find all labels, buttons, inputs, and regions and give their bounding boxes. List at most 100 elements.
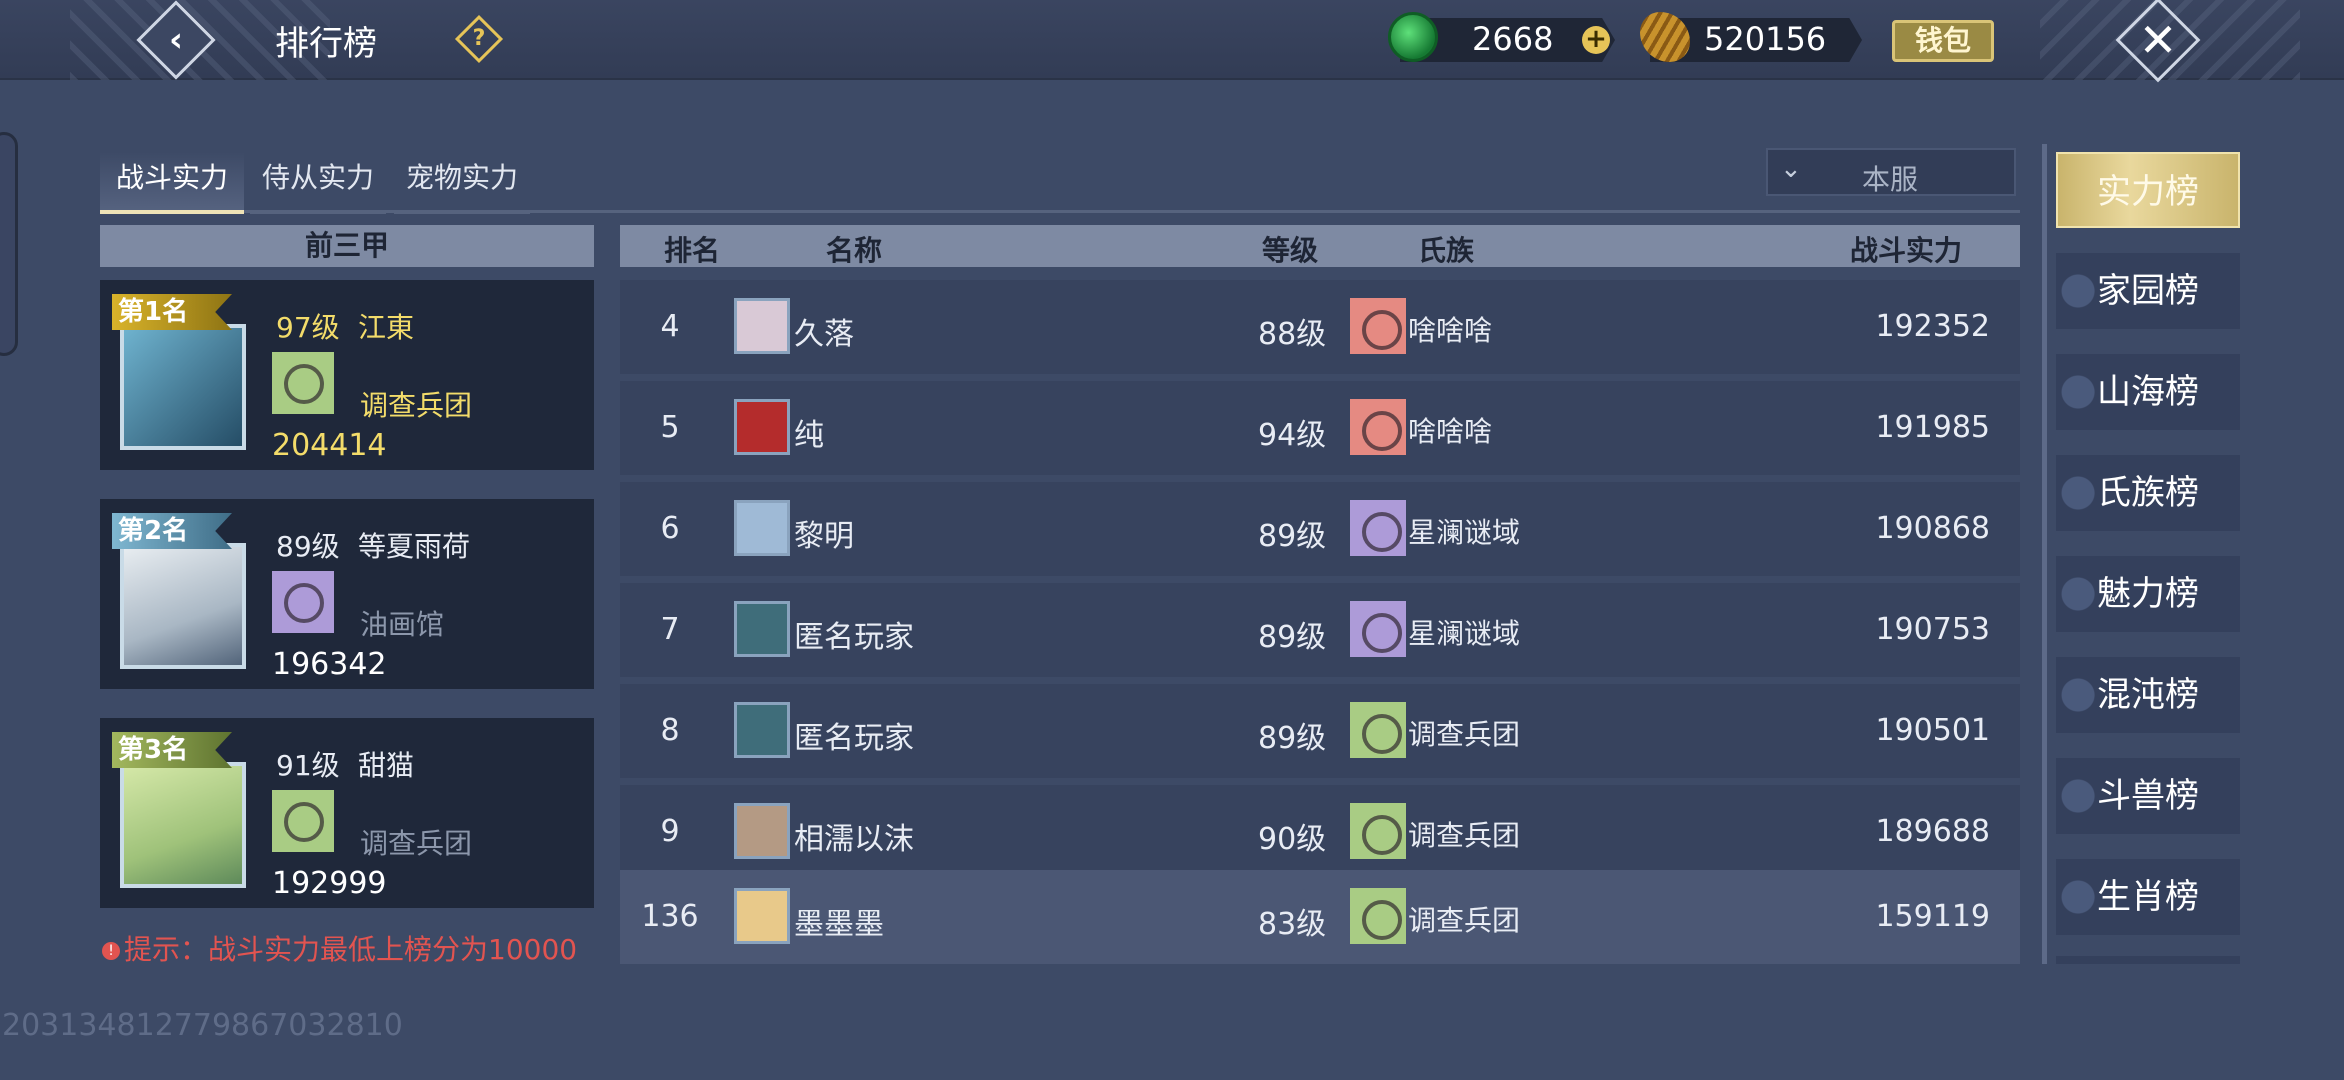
rank-badge: 第1名 [112, 294, 232, 330]
player-name: 甜猫 [358, 749, 415, 782]
player-level: 97级 [276, 311, 340, 344]
player-level: 91级 [276, 749, 340, 782]
clan-name: 调查兵团 [360, 389, 473, 422]
combat-power: 204414 [272, 428, 387, 463]
player-name: 等夏雨荷 [358, 530, 471, 563]
category-clan-ranking[interactable]: 氏族榜 [2056, 455, 2240, 531]
tab-attendant-power[interactable]: 侍从实力 [250, 152, 386, 214]
clan-name: 啥啥啥 [1408, 314, 1493, 347]
player-name: 久落 [794, 317, 854, 352]
anonymous-avatar-icon [734, 702, 790, 758]
clan-name: 星澜谜域 [1408, 617, 1521, 650]
tab-combat-power[interactable]: 战斗实力 [100, 152, 244, 214]
combat-power: 192352 [1875, 309, 1990, 344]
side-drawer-handle[interactable] [0, 132, 18, 356]
column-header-level: 等级 [1262, 234, 1319, 267]
column-header-name: 名称 [826, 234, 883, 267]
player-name: 相濡以沫 [794, 822, 914, 857]
clan-name: 调查兵团 [1408, 819, 1521, 852]
min-score-hint: ! 提示：战斗实力最低上榜分为10000 [102, 928, 577, 968]
category-zodiac-ranking[interactable]: 生肖榜 [2056, 859, 2240, 935]
rank-cell: 4 [660, 309, 680, 344]
player-level: 89级 [1258, 519, 1327, 554]
table-header: 排名 名称 等级 氏族 战斗实力 [620, 225, 2020, 267]
category-home-ranking[interactable]: 家园榜 [2056, 253, 2240, 329]
player-name: 匿名玩家 [794, 721, 914, 756]
category-chaos-ranking[interactable]: 混沌榜 [2056, 657, 2240, 733]
rank-badge: 第3名 [112, 732, 232, 768]
clan-emblem-icon [1350, 298, 1406, 354]
category-shanhai-ranking[interactable]: 山海榜 [2056, 354, 2240, 430]
clan-emblem-icon [1350, 702, 1406, 758]
avatar [120, 324, 246, 450]
clan-emblem-icon [272, 352, 334, 414]
clan-name: 星澜谜域 [1408, 516, 1521, 549]
category-charm-ranking[interactable]: 魅力榜 [2056, 556, 2240, 632]
combat-power: 189688 [1875, 814, 1990, 849]
clan-name: 油画馆 [360, 608, 445, 641]
table-row[interactable]: 8 匿名玩家 89级 调查兵团 190501 [620, 684, 2020, 778]
rank-cell: 5 [660, 410, 680, 445]
page-title: 排行榜 [275, 24, 377, 64]
combat-power: 190868 [1875, 511, 1990, 546]
clan-emblem-icon [1350, 601, 1406, 657]
top3-card-3[interactable]: 第3名 91级 甜猫 调查兵团 192999 [100, 718, 594, 908]
column-header-power: 战斗实力 [1850, 234, 1963, 267]
column-header-rank: 排名 [664, 234, 721, 267]
jade-amount: 2668 [1472, 20, 1554, 58]
clan-name: 调查兵团 [1408, 718, 1521, 751]
hint-text: 提示：战斗实力最低上榜分为10000 [124, 933, 578, 966]
combat-power: 159119 [1875, 899, 1990, 934]
rank-cell: 136 [641, 899, 699, 934]
divider [2042, 144, 2047, 964]
rank-cell: 7 [660, 612, 680, 647]
server-filter-value: 本服 [1862, 163, 1919, 196]
player-level: 90级 [1258, 822, 1327, 857]
avatar [120, 762, 246, 888]
clan-name: 调查兵团 [1408, 904, 1521, 937]
player-level: 89级 [1258, 721, 1327, 756]
clan-emblem-icon [272, 790, 334, 852]
player-name: 墨墨墨 [794, 907, 884, 942]
avatar [734, 500, 790, 556]
add-jade-button[interactable]: + [1582, 26, 1610, 54]
chevron-down-icon: ⌄ [1780, 154, 1802, 184]
wallet-button[interactable]: 钱包 [1892, 20, 1994, 62]
top3-header: 前三甲 [100, 225, 594, 267]
warning-icon: ! [102, 942, 120, 960]
player-level: 83级 [1258, 907, 1327, 942]
player-level: 89级 [1258, 620, 1327, 655]
category-power-ranking[interactable]: 实力榜 [2056, 152, 2240, 228]
clan-name: 啥啥啥 [1408, 415, 1493, 448]
rank-cell: 8 [660, 713, 680, 748]
avatar [734, 803, 790, 859]
clan-name: 调查兵团 [360, 827, 473, 860]
server-filter-dropdown[interactable]: ⌄ 本服 [1766, 148, 2016, 196]
player-level: 94级 [1258, 418, 1327, 453]
table-row[interactable]: 6 黎明 89级 星澜谜域 190868 [620, 482, 2020, 576]
category-beast-ranking[interactable]: 斗兽榜 [2056, 758, 2240, 834]
rank-cell: 6 [660, 511, 680, 546]
top3-card-1[interactable]: 第1名 97级 江東 调查兵团 204414 [100, 280, 594, 470]
tab-pet-power[interactable]: 宠物实力 [394, 152, 530, 214]
table-row[interactable]: 4 久落 88级 啥啥啥 192352 [620, 280, 2020, 374]
self-rank-row[interactable]: 136 墨墨墨 83级 调查兵团 159119 [620, 870, 2020, 964]
question-icon: ? [472, 26, 486, 51]
player-level: 88级 [1258, 317, 1327, 352]
table-row[interactable]: 7 匿名玩家 89级 星澜谜域 190753 [620, 583, 2020, 677]
rank-cell: 9 [660, 814, 680, 849]
category-list-more[interactable] [2056, 956, 2240, 964]
clan-emblem-icon [1350, 399, 1406, 455]
table-row[interactable]: 5 纯 94级 啥啥啥 191985 [620, 381, 2020, 475]
tab-underline [100, 210, 2020, 213]
column-header-clan: 氏族 [1418, 234, 1475, 267]
close-icon: ✕ [2138, 13, 2178, 67]
clan-emblem-icon [1350, 803, 1406, 859]
anonymous-avatar-icon [734, 601, 790, 657]
table-row[interactable]: 9 相濡以沫 90级 调查兵团 189688 [620, 785, 2020, 879]
rank-badge: 第2名 [112, 513, 232, 549]
combat-power: 196342 [272, 647, 387, 682]
jade-icon [1388, 12, 1438, 62]
clan-emblem-icon [272, 571, 334, 633]
top3-card-2[interactable]: 第2名 89级 等夏雨荷 油画馆 196342 [100, 499, 594, 689]
